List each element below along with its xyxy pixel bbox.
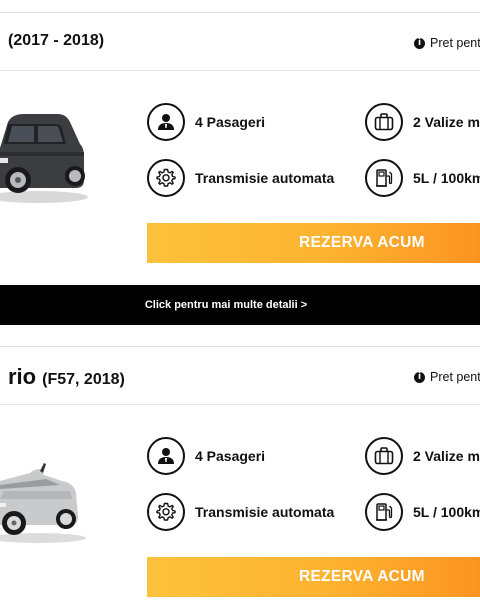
gear-icon <box>147 159 185 197</box>
reserve-button[interactable]: REZERVA ACUM <box>147 557 480 597</box>
feature-label: Transmisie automata <box>195 170 335 186</box>
reserve-button-label: REZERVA ACUM <box>299 568 425 585</box>
suitcase-icon <box>365 437 403 475</box>
reserve-button[interactable]: REZERVA ACUM <box>147 223 480 263</box>
person-icon <box>147 437 185 475</box>
feature-label: 4 Pasageri <box>195 114 266 130</box>
fuel-pump-icon <box>365 493 403 531</box>
title-separator <box>0 404 480 405</box>
feature-label: 5L / 100km <box>413 504 480 520</box>
feature-label: 2 Valize m <box>413 114 480 130</box>
price-note-text: Pret pent <box>430 36 480 50</box>
suitcase-icon <box>365 103 403 141</box>
feature-luggage: 2 Valize m <box>365 437 480 475</box>
price-note[interactable]: i Pret pent <box>414 36 480 50</box>
car-model: rio <box>8 364 37 389</box>
feature-label: 5L / 100km <box>413 170 480 186</box>
feature-passengers: 4 Pasageri <box>147 103 265 141</box>
feature-label: 2 Valize m <box>413 448 480 464</box>
feature-luggage: 2 Valize m <box>365 103 480 141</box>
car-title: rio (F57, 2018) <box>8 364 125 390</box>
info-icon: i <box>414 37 425 49</box>
feature-label: Transmisie automata <box>195 504 335 520</box>
feature-consumption: 5L / 100km <box>365 493 480 531</box>
feature-label: 4 Pasageri <box>195 448 266 464</box>
car-title-row: (2017 - 2018) i Pret pent <box>0 12 480 70</box>
price-note[interactable]: i Pret pent <box>414 370 480 384</box>
person-icon <box>147 103 185 141</box>
title-separator <box>0 70 480 71</box>
car-years: (2017 - 2018) <box>8 32 105 49</box>
gear-icon <box>147 493 185 531</box>
car-years: (F57, 2018) <box>42 371 125 388</box>
info-icon: i <box>414 371 425 383</box>
car-image[interactable] <box>0 455 95 545</box>
car-title-row: rio (F57, 2018) i Pret pent <box>0 346 480 404</box>
feature-transmission: Transmisie automata <box>147 493 334 531</box>
price-note-text: Pret pent <box>430 370 480 384</box>
fuel-pump-icon <box>365 159 403 197</box>
car-image[interactable] <box>0 100 95 205</box>
feature-transmission: Transmisie automata <box>147 159 334 197</box>
reserve-button-label: REZERVA ACUM <box>299 234 425 251</box>
details-link[interactable]: Click pentru mai multe detalii > <box>0 285 480 325</box>
details-link-label: Click pentru mai multe detalii > <box>144 299 308 311</box>
feature-passengers: 4 Pasageri <box>147 437 265 475</box>
feature-consumption: 5L / 100km <box>365 159 480 197</box>
car-title: (2017 - 2018) <box>8 32 104 50</box>
